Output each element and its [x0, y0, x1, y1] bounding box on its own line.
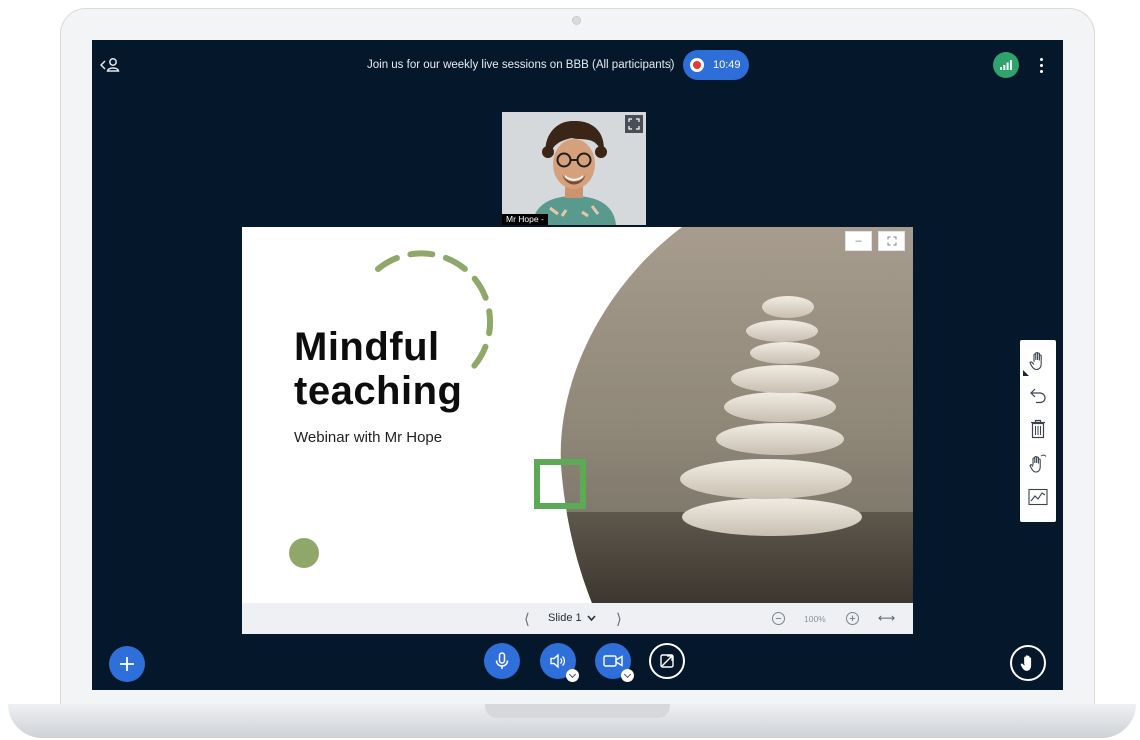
chevron-down-icon	[568, 670, 577, 679]
clear-all-button[interactable]	[1023, 412, 1053, 446]
webcam-fullscreen-button[interactable]	[625, 115, 643, 133]
zoom-in-button[interactable]: +	[846, 612, 859, 625]
multi-user-icon	[1029, 454, 1047, 473]
submenu-indicator	[1023, 370, 1029, 376]
header-divider	[670, 58, 671, 72]
camera-options-badge[interactable]	[621, 669, 634, 682]
raise-hand-button[interactable]	[1010, 645, 1046, 681]
chart-tool-button[interactable]	[1023, 480, 1053, 514]
raise-hand-icon	[1020, 655, 1032, 671]
plus-icon	[120, 657, 134, 671]
session-title: Join us for our weekly live sessions on …	[367, 59, 675, 71]
laptop-notch	[485, 704, 670, 718]
trash-icon	[1031, 419, 1045, 439]
fullscreen-icon	[887, 236, 896, 246]
dot-icon	[1039, 69, 1043, 73]
chevron-down-icon	[587, 615, 596, 621]
webcam-video[interactable]: Mr Hope -	[502, 112, 646, 225]
dot-icon	[1039, 63, 1043, 67]
screen-share-button[interactable]	[649, 643, 685, 679]
speaker-icon	[550, 653, 566, 669]
screen-share-off-icon	[660, 654, 674, 668]
dot-icon	[1039, 57, 1043, 61]
hand-tool-button[interactable]	[1023, 344, 1053, 378]
camera-button[interactable]	[595, 643, 634, 682]
multi-user-whiteboard-button[interactable]	[1023, 446, 1053, 480]
video-camera-icon	[603, 655, 623, 667]
fullscreen-icon	[628, 118, 640, 130]
laptop-camera	[572, 16, 581, 25]
audio-button[interactable]	[540, 643, 579, 682]
chevron-down-icon	[623, 670, 632, 679]
connection-status-button[interactable]	[993, 52, 1019, 78]
slide-selector[interactable]: Slide 1	[548, 612, 596, 624]
minimize-presentation-button[interactable]: –	[845, 231, 872, 251]
presentation-area[interactable]: – Mindful teaching Webinar with Mr Hope …	[242, 227, 913, 634]
fit-to-width-button[interactable]: ⟷	[878, 611, 895, 625]
slide-title-line2: teaching	[294, 369, 463, 413]
whiteboard-toolbar	[1020, 340, 1056, 522]
webcam-username: Mr Hope -	[502, 214, 548, 225]
zoom-level: 100%	[804, 614, 826, 624]
recording-button[interactable]: 10:49	[683, 50, 749, 80]
zoom-out-button[interactable]: −	[772, 612, 785, 625]
recording-time: 10:49	[713, 59, 741, 71]
presentation-toolbar: ⟨ Slide 1 ⟩ − 100% + ⟷	[242, 603, 913, 634]
toggle-user-list-button[interactable]	[100, 57, 122, 73]
slide-stones-image	[289, 227, 913, 603]
hand-tool-icon	[1029, 352, 1042, 371]
chart-icon	[1028, 488, 1048, 506]
next-slide-button[interactable]: ⟩	[616, 610, 622, 628]
meeting-screen: Join us for our weekly live sessions on …	[92, 40, 1063, 690]
actions-menu-button[interactable]	[109, 646, 145, 682]
minimize-icon: –	[855, 235, 862, 247]
slide-title: Mindful teaching	[294, 325, 462, 413]
user-list-icon	[100, 58, 120, 72]
current-slide-label: Slide 1	[548, 612, 582, 624]
undo-button[interactable]	[1023, 378, 1053, 412]
previous-slide-button[interactable]: ⟨	[524, 610, 530, 628]
microphone-icon	[495, 652, 509, 669]
undo-icon	[1030, 388, 1046, 404]
slide-title-line1: Mindful	[294, 325, 440, 369]
more-options-button[interactable]	[1033, 54, 1049, 76]
record-icon	[690, 58, 704, 72]
fullscreen-presentation-button[interactable]	[878, 231, 905, 251]
audio-options-badge[interactable]	[566, 669, 579, 682]
slide-subtitle: Webinar with Mr Hope	[294, 429, 443, 446]
microphone-button[interactable]	[484, 643, 520, 679]
signal-icon	[1000, 60, 1012, 70]
